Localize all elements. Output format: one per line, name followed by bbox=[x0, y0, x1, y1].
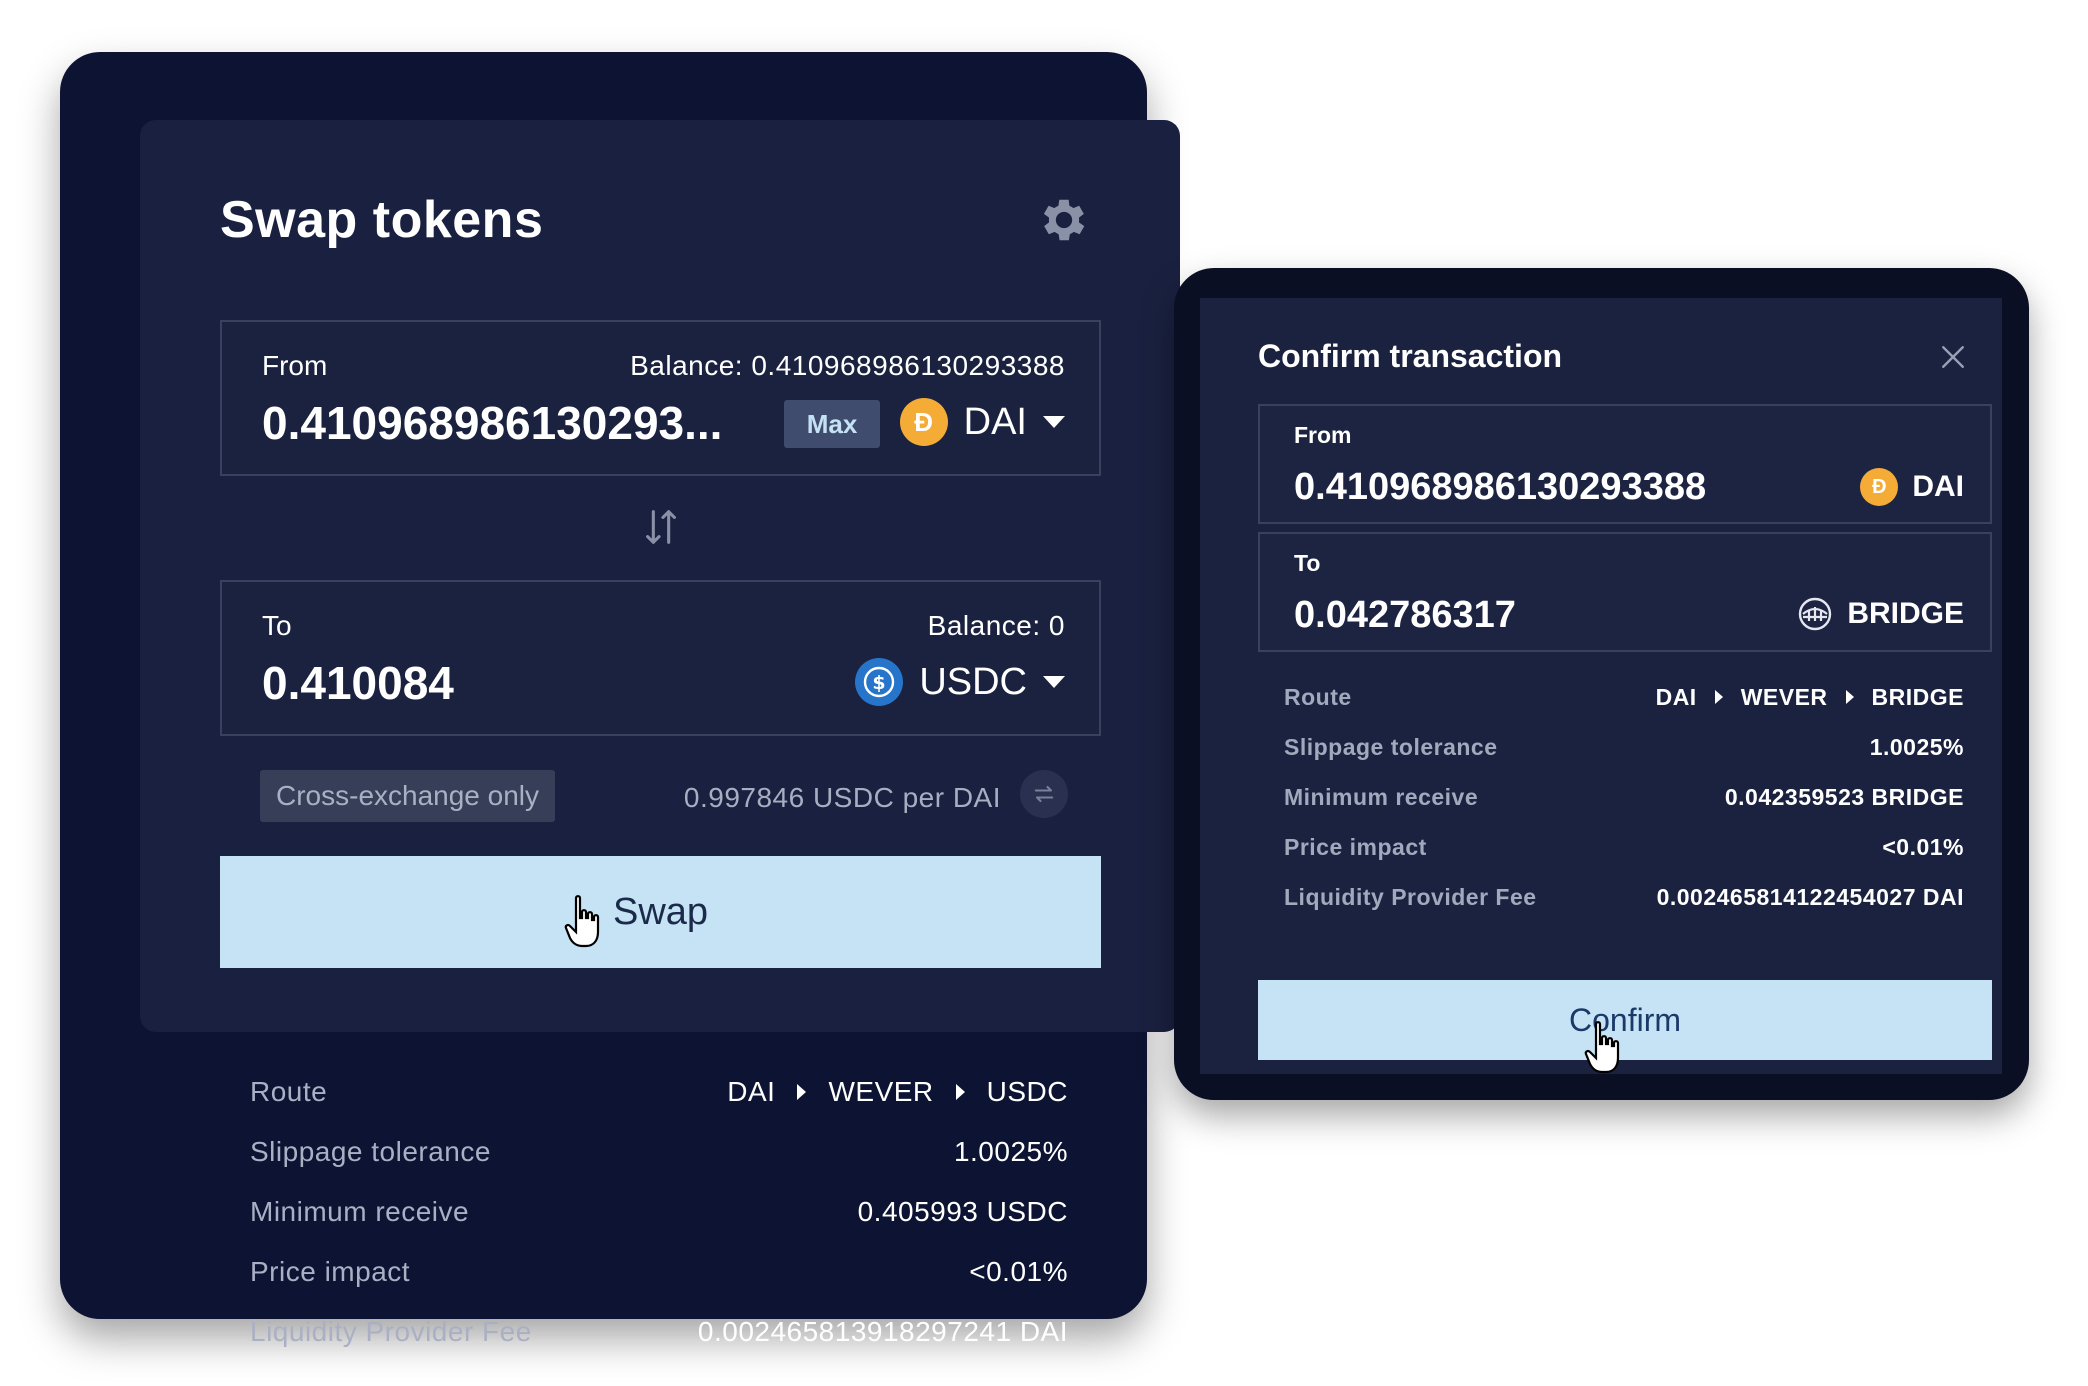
route-label: Route bbox=[250, 1076, 328, 1107]
swap-details: Route DAI WEVER USDC Slippage tolerance … bbox=[250, 1062, 1068, 1362]
swap-arrows-icon[interactable] bbox=[638, 504, 684, 550]
slippage-row: Slippage tolerance 1.0025% bbox=[250, 1122, 1068, 1182]
cross-exchange-badge[interactable]: Cross-exchange only bbox=[260, 770, 556, 822]
price-impact-row: Price impact <0.01% bbox=[1284, 822, 1964, 872]
exchange-rate: 0.997846 USDC per DAI bbox=[683, 782, 1001, 813]
confirm-to-field: To 0.042786317 BRIDGE bbox=[1258, 532, 1992, 652]
confirm-to-token-name: BRIDGE bbox=[1847, 597, 1964, 630]
bridge-token-icon bbox=[1799, 597, 1832, 631]
close-icon[interactable] bbox=[1940, 344, 1966, 370]
from-token-selector[interactable]: Đ DAI bbox=[899, 398, 1065, 446]
min-receive-row: Minimum receive 0.042359523 BRIDGE bbox=[1284, 772, 1964, 822]
confirm-to-label: To bbox=[1294, 550, 1321, 576]
swap-title: Swap tokens bbox=[220, 191, 544, 249]
route-value: DAI WEVER BRIDGE bbox=[1656, 684, 1964, 711]
lp-fee-row: Liquidity Provider Fee 0.002465814122454… bbox=[1284, 872, 1964, 922]
confirm-panel: Confirm transaction From 0.4109689861302… bbox=[1200, 298, 2002, 1074]
to-amount-input[interactable]: 0.410084 bbox=[262, 656, 454, 710]
route-label: Route bbox=[1284, 683, 1352, 710]
dai-token-icon: Đ bbox=[1860, 468, 1899, 506]
swap-card: Swap tokens From Balance: 0.410968986130… bbox=[60, 52, 1180, 1347]
route-row: Route DAI WEVER BRIDGE bbox=[1284, 672, 1964, 722]
min-receive-value: 0.042359523 BRIDGE bbox=[1724, 783, 1964, 810]
min-receive-label: Minimum receive bbox=[1284, 783, 1479, 810]
lp-fee-label: Liquidity Provider Fee bbox=[250, 1316, 532, 1347]
slippage-value: 1.0025% bbox=[1869, 733, 1964, 760]
to-label: To bbox=[262, 610, 292, 641]
slippage-value: 1.0025% bbox=[953, 1136, 1068, 1167]
from-field: From Balance: 0.410968986130293388 0.410… bbox=[220, 320, 1101, 476]
confirm-title: Confirm transaction bbox=[1258, 338, 1563, 374]
gear-icon[interactable] bbox=[1036, 192, 1092, 248]
confirm-details: Route DAI WEVER BRIDGE Slippage toleranc… bbox=[1284, 672, 1964, 922]
route-arrow-icon bbox=[1845, 690, 1854, 704]
from-amount-input[interactable]: 0.410968986130293... bbox=[262, 396, 722, 450]
usdc-token-icon: $ bbox=[855, 658, 904, 706]
price-impact-row: Price impact <0.01% bbox=[250, 1242, 1068, 1302]
hand-pointer-icon bbox=[1584, 1021, 1620, 1074]
confirm-dialog: Confirm transaction From 0.4109689861302… bbox=[1174, 268, 2029, 1100]
route-row: Route DAI WEVER USDC bbox=[250, 1062, 1068, 1122]
route-step: USDC bbox=[986, 1076, 1068, 1107]
slippage-label: Slippage tolerance bbox=[250, 1136, 491, 1167]
confirm-to-amount: 0.042786317 bbox=[1294, 594, 1516, 636]
dai-token-icon: Đ bbox=[899, 398, 948, 446]
route-step: WEVER bbox=[1740, 683, 1828, 710]
lp-fee-row: Liquidity Provider Fee 0.002465813918297… bbox=[250, 1302, 1068, 1362]
lp-fee-value: 0.002465814122454027 DAI bbox=[1656, 883, 1964, 910]
route-step: DAI bbox=[727, 1076, 776, 1107]
from-token-name: DAI bbox=[963, 400, 1027, 443]
route-arrow-icon bbox=[955, 1084, 965, 1100]
from-balance: Balance: 0.410968986130293388 bbox=[630, 350, 1065, 381]
to-balance: Balance: 0 bbox=[927, 610, 1065, 641]
from-label: From bbox=[262, 350, 328, 381]
confirm-from-amount: 0.410968986130293388 bbox=[1294, 466, 1707, 508]
slippage-label: Slippage tolerance bbox=[1284, 733, 1498, 760]
confirm-to-token: BRIDGE bbox=[1797, 596, 1964, 632]
confirm-button[interactable]: Confirm bbox=[1258, 980, 1992, 1060]
price-impact-label: Price impact bbox=[1284, 833, 1427, 860]
to-token-name: USDC bbox=[919, 660, 1027, 703]
confirm-from-token-name: DAI bbox=[1912, 470, 1964, 503]
route-step: DAI bbox=[1655, 683, 1697, 710]
swap-button[interactable]: Swap bbox=[220, 856, 1101, 968]
confirm-from-field: From 0.410968986130293388 Đ DAI bbox=[1258, 404, 1992, 524]
confirm-from-token: Đ DAI bbox=[1860, 468, 1964, 506]
chevron-down-icon bbox=[1043, 416, 1065, 428]
confirm-from-label: From bbox=[1294, 422, 1352, 448]
route-arrow-icon bbox=[1714, 690, 1723, 704]
hand-pointer-icon bbox=[564, 895, 600, 948]
svg-text:$: $ bbox=[873, 672, 886, 694]
min-receive-row: Minimum receive 0.405993 USDC bbox=[250, 1182, 1068, 1242]
price-impact-value: <0.01% bbox=[1882, 833, 1964, 860]
lp-fee-value: 0.002465813918297241 DAI bbox=[697, 1316, 1068, 1347]
price-impact-label: Price impact bbox=[250, 1256, 411, 1287]
min-receive-value: 0.405993 USDC bbox=[857, 1196, 1068, 1227]
route-value: DAI WEVER USDC bbox=[727, 1076, 1068, 1108]
min-receive-label: Minimum receive bbox=[250, 1196, 470, 1227]
chevron-down-icon bbox=[1043, 676, 1065, 688]
max-button[interactable]: Max bbox=[784, 400, 880, 448]
route-arrow-icon bbox=[797, 1084, 807, 1100]
lp-fee-label: Liquidity Provider Fee bbox=[1284, 883, 1537, 910]
route-step: BRIDGE bbox=[1871, 683, 1964, 710]
price-impact-value: <0.01% bbox=[969, 1256, 1068, 1287]
slippage-row: Slippage tolerance 1.0025% bbox=[1284, 722, 1964, 772]
to-field: To Balance: 0 0.410084 $ USDC bbox=[220, 580, 1101, 736]
refresh-icon[interactable] bbox=[1020, 770, 1068, 818]
to-token-selector[interactable]: $ USDC bbox=[855, 658, 1065, 706]
route-step: WEVER bbox=[828, 1076, 934, 1107]
